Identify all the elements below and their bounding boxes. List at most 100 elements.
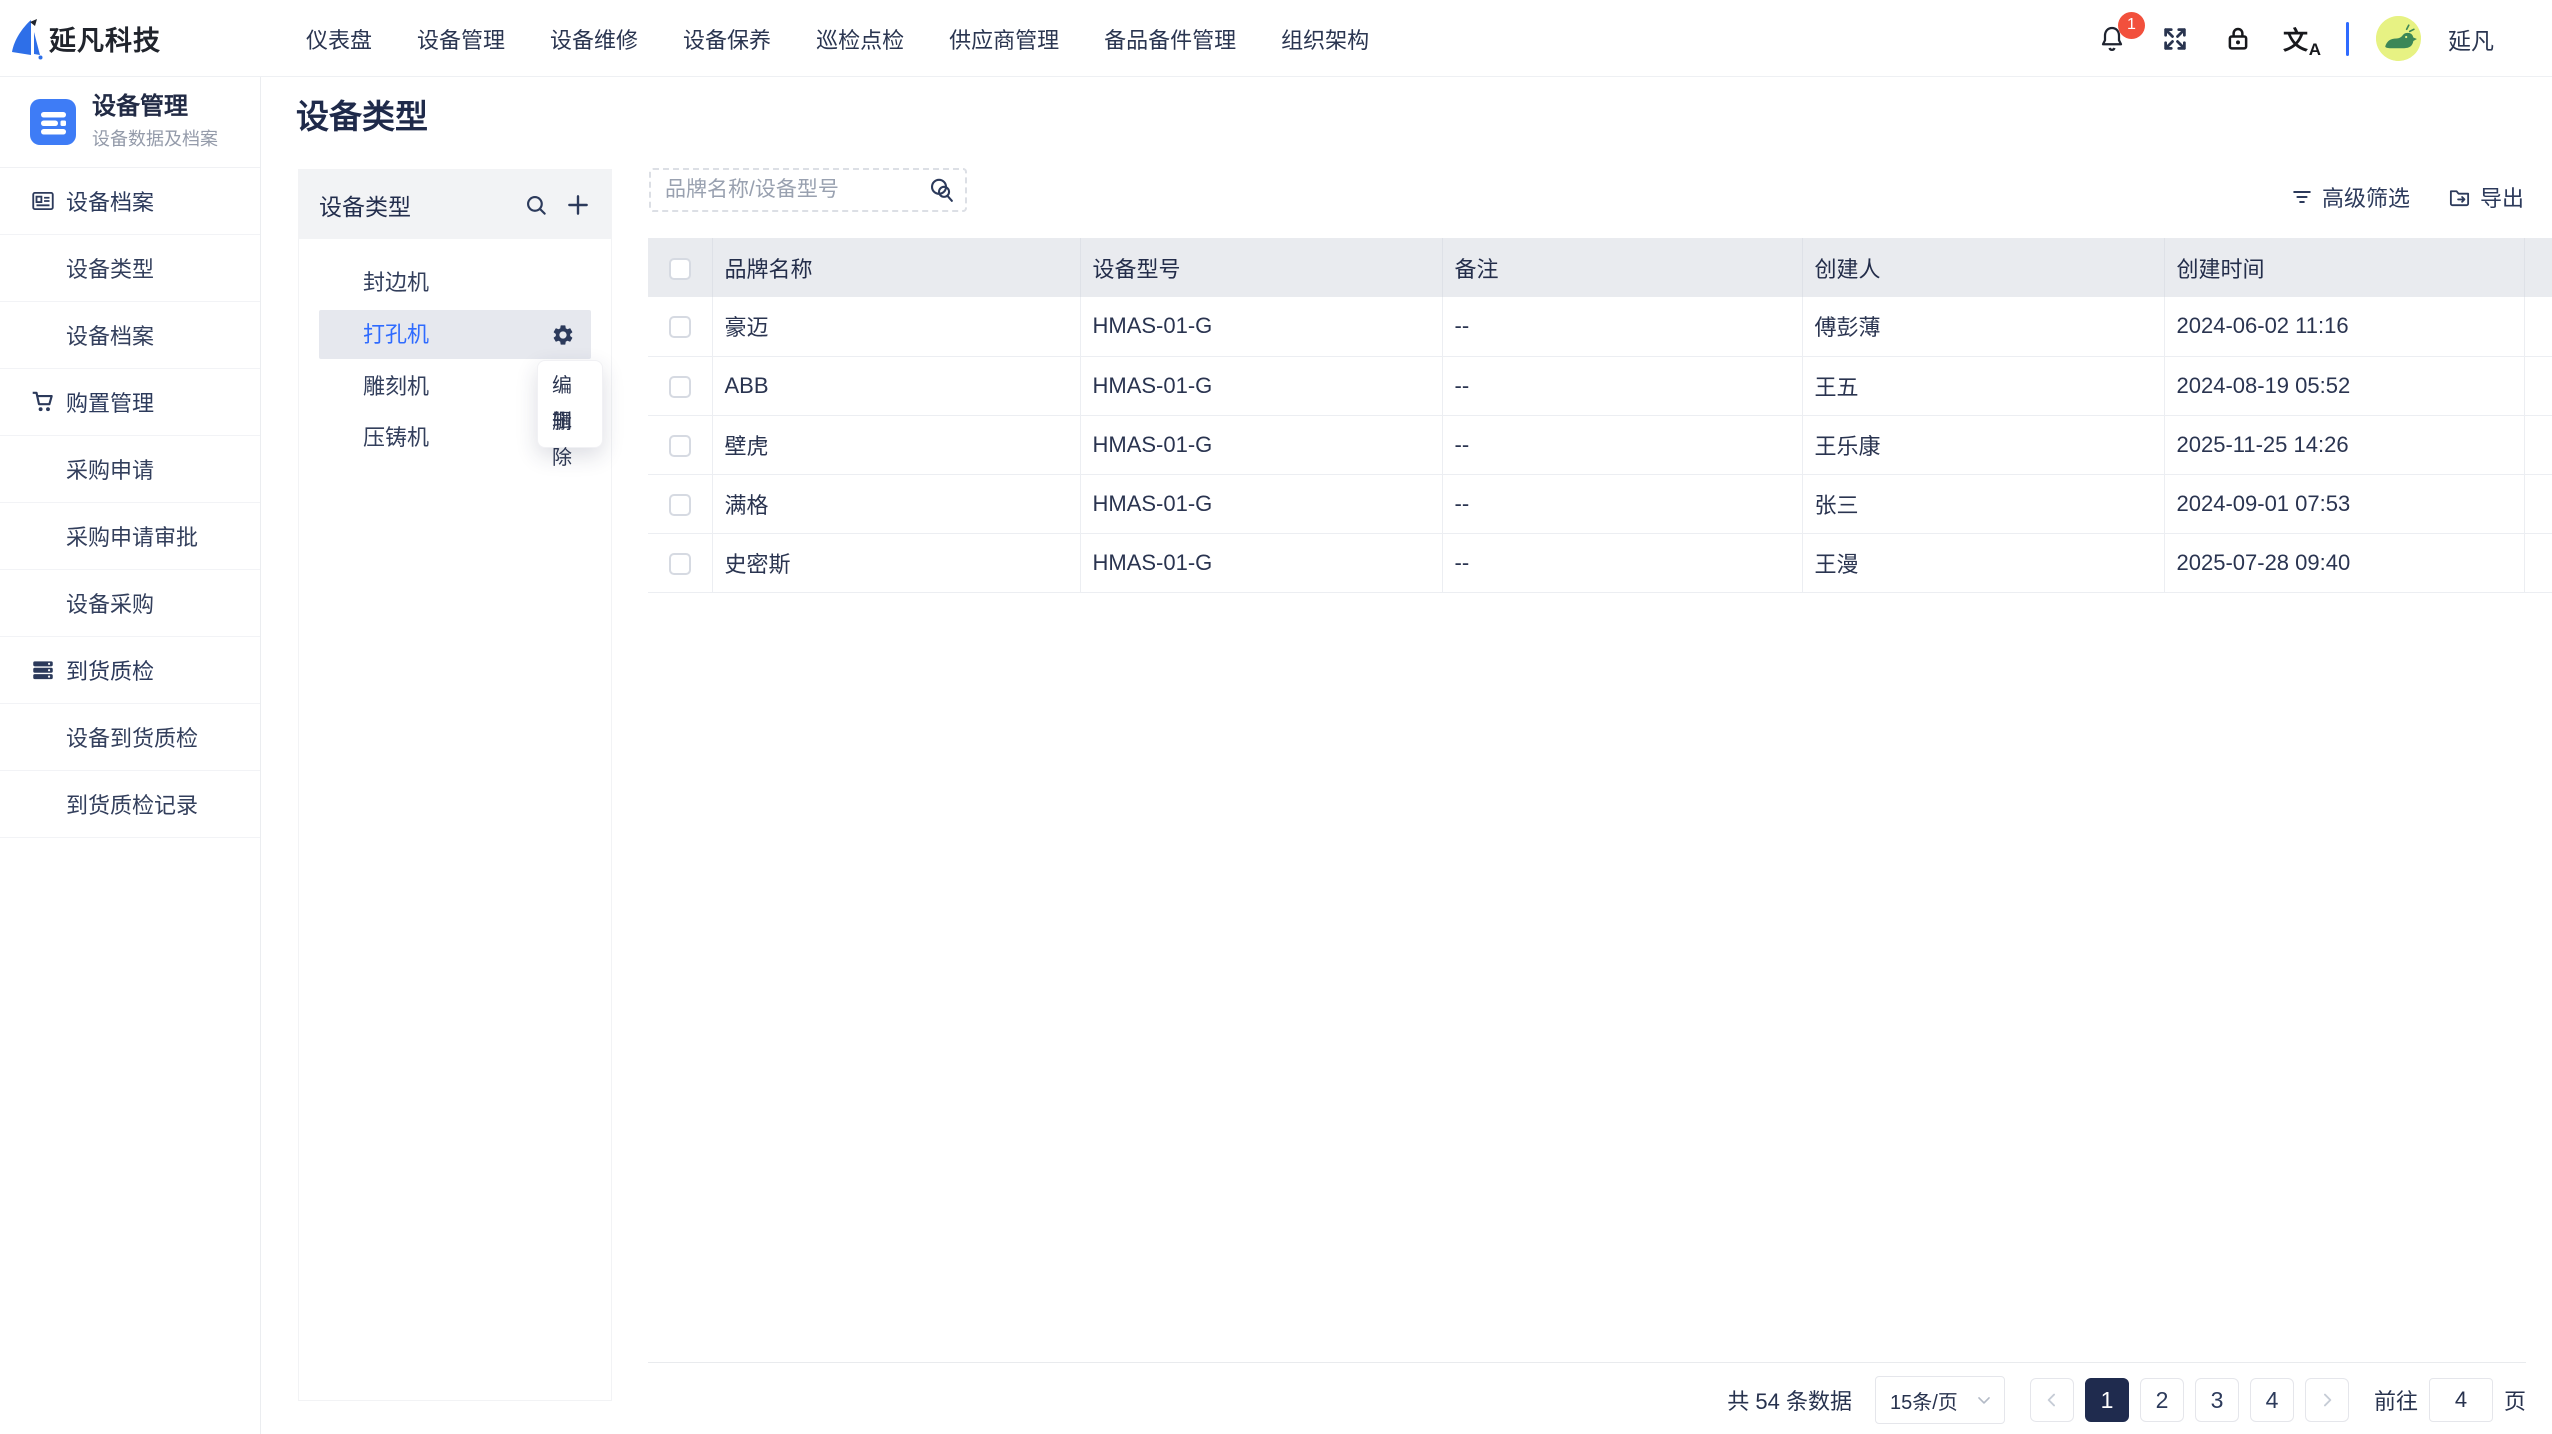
username[interactable]: 延凡	[2448, 22, 2494, 56]
cell-created-at: 2025-07-28 09:40	[2164, 533, 2524, 592]
archive-icon	[30, 188, 56, 214]
app-header: 延凡科技 仪表盘 设备管理 设备维修 设备保养 巡检点检 供应商管理 备品备件管…	[0, 0, 2552, 77]
sidebar-menu: 设备档案 设备类型 设备档案 购置管理 采购申请 采购申请审批 设备采购	[0, 168, 260, 838]
cell-brand: ABB	[712, 356, 1080, 415]
column-header-brand: 品牌名称	[712, 238, 1080, 297]
cell-model: HMAS-01-G	[1080, 356, 1442, 415]
cell-note: --	[1442, 415, 1802, 474]
sidebar-item-equipment-purchase[interactable]: 设备采购	[0, 570, 260, 637]
top-nav: 仪表盘 设备管理 设备维修 设备保养 巡检点检 供应商管理 备品备件管理 组织架…	[306, 0, 1369, 77]
table-row: 史密斯 HMAS-01-G -- 王漫 2025-07-28 09:40	[648, 533, 2552, 592]
column-header-creator: 创建人	[1802, 238, 2164, 297]
cell-created-at: 2025-11-25 14:26	[2164, 415, 2524, 474]
sidebar: 设备管理 设备数据及档案 设备档案 设备类型 设备档案	[0, 77, 261, 1434]
notification-bell-icon[interactable]: 1	[2094, 21, 2130, 57]
sidebar-item-equipment-type[interactable]: 设备类型	[0, 235, 260, 302]
goto-page-unit: 页	[2504, 1384, 2526, 1416]
nav-equipment-maintenance[interactable]: 设备保养	[683, 23, 771, 55]
select-all-checkbox[interactable]	[669, 258, 691, 280]
cell-creator: 王乐康	[1802, 415, 2164, 474]
page-button-1[interactable]: 1	[2085, 1378, 2129, 1422]
cell-note: --	[1442, 297, 1802, 356]
sidebar-section-purchase-management[interactable]: 购置管理	[0, 369, 260, 436]
sidebar-item-purchase-request[interactable]: 采购申请	[0, 436, 260, 503]
advanced-filter-button[interactable]: 高级筛选	[2291, 181, 2410, 213]
cell-created-at: 2024-08-19 05:52	[2164, 356, 2524, 415]
sidebar-section-equipment-archive[interactable]: 设备档案	[0, 168, 260, 235]
nav-dashboard[interactable]: 仪表盘	[306, 23, 372, 55]
prev-page-button[interactable]	[2030, 1378, 2074, 1422]
nav-equipment-repair[interactable]: 设备维修	[550, 23, 638, 55]
nav-equipment-management[interactable]: 设备管理	[417, 23, 505, 55]
table-row: 壁虎 HMAS-01-G -- 王乐康 2025-11-25 14:26	[648, 415, 2552, 474]
module-title: 设备管理	[92, 93, 218, 121]
avatar[interactable]	[2376, 16, 2421, 61]
context-menu-edit[interactable]: 编辑	[538, 368, 602, 404]
sidebar-section-arrival-inspection[interactable]: 到货质检	[0, 637, 260, 704]
table-row: 满格 HMAS-01-G -- 张三 2024-09-01 07:53	[648, 474, 2552, 533]
add-type-icon[interactable]	[565, 192, 591, 218]
cell-brand: 壁虎	[712, 415, 1080, 474]
goto-page-input[interactable]	[2429, 1378, 2493, 1422]
row-checkbox[interactable]	[669, 553, 691, 575]
cell-note: --	[1442, 533, 1802, 592]
page-button-3[interactable]: 3	[2195, 1378, 2239, 1422]
cell-creator: 王漫	[1802, 533, 2164, 592]
notification-count-badge: 1	[2118, 12, 2145, 39]
row-checkbox[interactable]	[669, 316, 691, 338]
column-header-model: 设备型号	[1080, 238, 1442, 297]
sidebar-item-equipment-archive[interactable]: 设备档案	[0, 302, 260, 369]
lock-icon[interactable]	[2220, 21, 2256, 57]
cart-icon	[30, 389, 56, 415]
brand-name: 延凡科技	[49, 19, 161, 58]
pagination: 共 54 条数据 15条/页 1 2 3 4 前往 页	[1727, 1376, 2526, 1424]
chevron-down-icon	[1974, 1390, 1994, 1410]
nav-supplier-management[interactable]: 供应商管理	[949, 23, 1059, 55]
search-box	[649, 168, 967, 212]
cell-brand: 史密斯	[712, 533, 1080, 592]
topbar-right: 1 文 A	[2094, 0, 2494, 77]
next-page-button[interactable]	[2305, 1378, 2349, 1422]
page-button-4[interactable]: 4	[2250, 1378, 2294, 1422]
language-translate-icon[interactable]: 文 A	[2283, 21, 2319, 57]
cell-model: HMAS-01-G	[1080, 297, 1442, 356]
zoom-search-icon[interactable]	[927, 176, 955, 204]
search-icon[interactable]	[523, 192, 549, 218]
sidebar-item-purchase-approval[interactable]: 采购申请审批	[0, 503, 260, 570]
row-checkbox[interactable]	[669, 435, 691, 457]
export-folder-icon	[2448, 186, 2471, 209]
type-context-menu: 编辑 删除	[537, 360, 603, 448]
cell-model: HMAS-01-G	[1080, 415, 1442, 474]
export-button[interactable]: 导出	[2448, 181, 2524, 213]
server-icon	[30, 657, 56, 683]
total-count-text: 共 54 条数据	[1727, 1384, 1852, 1416]
nav-organization[interactable]: 组织架构	[1281, 23, 1369, 55]
equipment-type-table: 品牌名称 设备型号 备注 创建人 创建时间 豪迈 HMAS-01-G -- 傅彭…	[648, 238, 2552, 593]
nav-spare-parts[interactable]: 备品备件管理	[1104, 23, 1236, 55]
type-panel-header: 设备类型	[299, 170, 611, 239]
column-header-note: 备注	[1442, 238, 1802, 297]
table-header-row: 品牌名称 设备型号 备注 创建人 创建时间	[648, 238, 2552, 297]
row-checkbox[interactable]	[669, 494, 691, 516]
module-subtitle: 设备数据及档案	[92, 125, 218, 151]
sidebar-item-arrival-inspection[interactable]: 设备到货质检	[0, 704, 260, 771]
search-input[interactable]	[665, 178, 927, 202]
cell-note: --	[1442, 474, 1802, 533]
table-actions: 高级筛选 导出	[2291, 181, 2524, 213]
page-size-select[interactable]: 15条/页	[1875, 1376, 2005, 1424]
gear-icon[interactable]	[551, 323, 575, 347]
row-checkbox[interactable]	[669, 376, 691, 398]
fullscreen-icon[interactable]	[2157, 21, 2193, 57]
table-row: ABB HMAS-01-G -- 王五 2024-08-19 05:52	[648, 356, 2552, 415]
context-menu-delete[interactable]: 删除	[538, 404, 602, 440]
cell-brand: 豪迈	[712, 297, 1080, 356]
type-item-edge-bander[interactable]: 封边机	[299, 257, 611, 308]
nav-inspection[interactable]: 巡检点检	[816, 23, 904, 55]
sidebar-module-header: 设备管理 设备数据及档案	[0, 77, 260, 168]
brand-logo: 延凡科技	[8, 0, 161, 77]
type-item-drilling-machine[interactable]: 打孔机	[319, 310, 591, 359]
cell-model: HMAS-01-G	[1080, 533, 1442, 592]
sidebar-item-inspection-records[interactable]: 到货质检记录	[0, 771, 260, 838]
cell-creator: 张三	[1802, 474, 2164, 533]
page-button-2[interactable]: 2	[2140, 1378, 2184, 1422]
